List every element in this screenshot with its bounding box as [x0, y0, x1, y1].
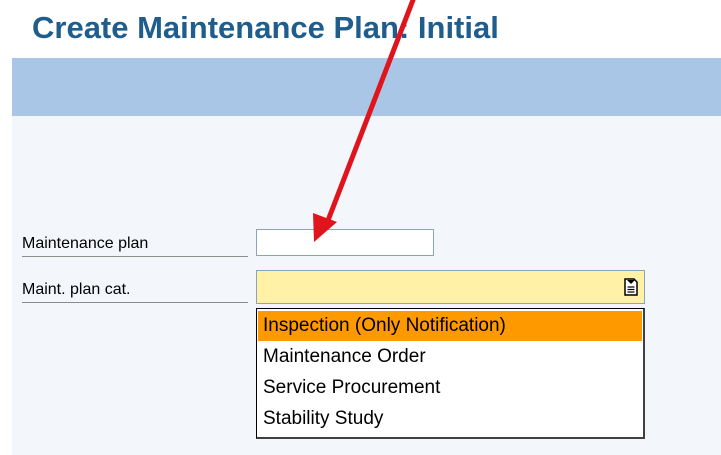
dropdown-option-service-procurement[interactable]: Service Procurement	[258, 373, 642, 403]
maintenance-plan-input[interactable]	[256, 229, 434, 256]
maint-plan-cat-field[interactable]	[256, 270, 645, 304]
maint-plan-cat-dropdown: Inspection (Only Notification) Maintenan…	[256, 308, 645, 439]
title-bar: Create Maintenance Plan: Initial	[0, 0, 721, 56]
page-title: Create Maintenance Plan: Initial	[32, 10, 499, 45]
dropdown-option-maintenance-order[interactable]: Maintenance Order	[258, 342, 642, 372]
maintenance-plan-label: Maintenance plan	[22, 232, 248, 257]
dropdown-option-stability-study[interactable]: Stability Study	[258, 404, 642, 434]
maint-plan-cat-label: Maint. plan cat.	[22, 278, 248, 303]
value-help-icon[interactable]	[624, 278, 638, 296]
toolbar	[12, 58, 721, 116]
dropdown-option-inspection[interactable]: Inspection (Only Notification)	[258, 311, 642, 341]
